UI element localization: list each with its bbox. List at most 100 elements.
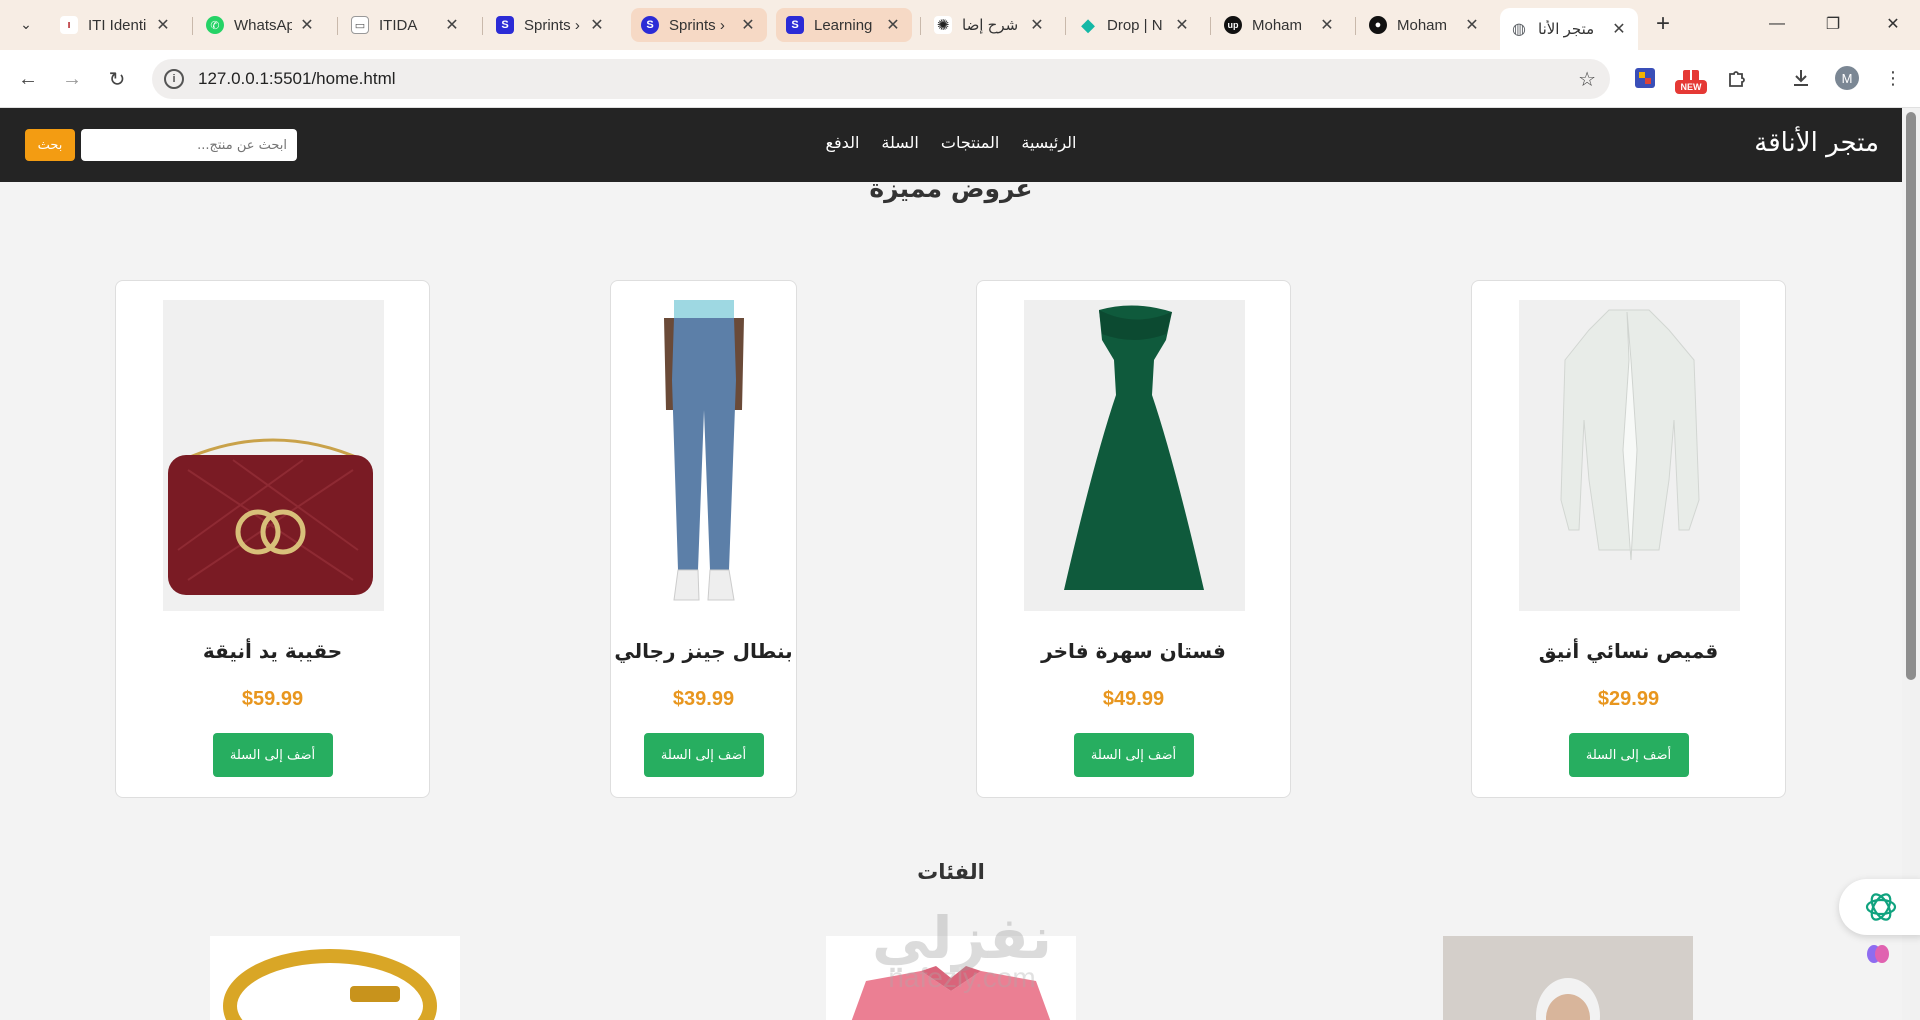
address-bar[interactable]: i 127.0.0.1:5501/home.html ☆ (152, 59, 1610, 99)
sprints-icon: S (496, 16, 514, 34)
nav-cart[interactable]: السلة (870, 133, 929, 152)
tab-title: Sprints › (524, 16, 580, 34)
close-icon[interactable]: ✕ (1463, 15, 1481, 35)
tab-title: Sprints › (669, 16, 725, 34)
tab-upwork[interactable]: up Moham ✕ (1214, 8, 1346, 42)
url-text: 127.0.0.1:5501/home.html (198, 69, 396, 88)
tab-title: شرح إضا (962, 17, 1019, 34)
page-viewport: متجر الأناقة الرئيسية المنتجات السلة الد… (0, 108, 1902, 1020)
reload-button[interactable]: ↻ (101, 63, 133, 95)
product-image-red-handbag (162, 300, 384, 611)
close-icon[interactable]: ✕ (884, 15, 902, 35)
whatsapp-icon: ✆ (206, 16, 224, 34)
extensions-puzzle-icon[interactable] (1722, 63, 1752, 93)
product-price: $29.99 (1597, 688, 1660, 710)
back-button[interactable]: ← (12, 63, 44, 95)
tab-iti[interactable]: ı ITI Identi ✕ (50, 8, 182, 42)
github-icon: ● (1369, 16, 1387, 34)
forward-button[interactable]: → (56, 63, 88, 95)
site-header: متجر الأناقة الرئيسية المنتجات السلة الد… (0, 108, 1902, 182)
tab-learning[interactable]: S Learning ✕ (776, 8, 912, 42)
product-name: حقيبة يد أنيقة (202, 639, 343, 663)
openai-icon: ✺ (934, 16, 952, 34)
search-input[interactable] (81, 129, 297, 161)
openai-icon (1865, 893, 1897, 921)
close-window-button[interactable]: ✕ (1873, 8, 1913, 40)
tab-whatsapp[interactable]: ✆ WhatsAp ✕ (196, 8, 326, 42)
extension-icon[interactable] (1630, 63, 1660, 93)
tab-title: متجر الأنا (1538, 21, 1595, 38)
browser-toolbar: ← → ↻ i 127.0.0.1:5501/home.html ☆ NEW ⋮ (0, 50, 1920, 108)
add-to-cart-button[interactable]: أضف إلى السلة (212, 733, 333, 777)
tab-chatgpt[interactable]: ✺ شرح إضا ✕ (924, 8, 1056, 42)
chatgpt-floating-button[interactable] (1839, 879, 1920, 935)
download-icon[interactable] (1786, 63, 1816, 93)
bookmark-star-icon[interactable]: ☆ (1578, 67, 1596, 92)
site-info-icon[interactable]: i (164, 69, 184, 89)
product-image-green-gown (1023, 300, 1245, 611)
close-icon[interactable]: ✕ (1610, 19, 1628, 39)
search-form: بحث (25, 129, 297, 161)
add-to-cart-button[interactable]: أضف إلى السلة (1568, 733, 1689, 777)
close-icon[interactable]: ✕ (1318, 15, 1336, 35)
tab-store-active[interactable]: ◍ متجر الأنا ✕ (1500, 8, 1638, 50)
search-button[interactable]: بحث (25, 129, 75, 161)
new-tab-button[interactable]: + (1649, 10, 1677, 38)
tab-title: Moham (1397, 16, 1448, 34)
drop-icon: ◆ (1081, 14, 1095, 35)
categories-title: الفئات (917, 860, 985, 884)
product-card: حقيبة يد أنيقة $59.99 أضف إلى السلة (115, 280, 430, 798)
tab-title: ITIDA (379, 16, 418, 34)
scrollbar-thumb[interactable] (1906, 112, 1916, 680)
add-to-cart-button[interactable]: أضف إلى السلة (643, 733, 764, 777)
brain-floating-button[interactable] (1862, 938, 1894, 970)
close-icon[interactable]: ✕ (588, 15, 606, 35)
tab-title: Moham (1252, 16, 1303, 34)
tab-sprints-1[interactable]: S Sprints › ✕ (486, 8, 616, 42)
category-image-gold-bracelet[interactable] (210, 936, 460, 1020)
iti-icon: ı (60, 16, 78, 34)
product-price: $49.99 (1102, 688, 1165, 710)
tab-title: WhatsAp (234, 16, 292, 34)
category-image-woman-portrait[interactable] (1443, 936, 1693, 1020)
close-icon[interactable]: ✕ (298, 15, 316, 35)
browser-tab-bar: ⌄ ı ITI Identi ✕ ✆ WhatsAp ✕ ▭ ITIDA ✕ S… (0, 0, 1920, 50)
tab-title: Drop | N (1107, 16, 1163, 34)
brain-icon (1867, 945, 1889, 963)
product-card: بنطال جينز رجالي $39.99 أضف إلى السلة (610, 280, 797, 798)
tab-sprints-2[interactable]: S Sprints › ✕ (631, 8, 767, 42)
more-menu-icon[interactable]: ⋮ (1878, 63, 1908, 93)
product-name: فستان سهرة فاخر (1041, 639, 1226, 663)
product-card: فستان سهرة فاخر $49.99 أضف إلى السلة (976, 280, 1291, 798)
tab-itida[interactable]: ▭ ITIDA ✕ (341, 8, 471, 42)
sprints-icon: S (786, 16, 804, 34)
close-icon[interactable]: ✕ (154, 15, 172, 35)
close-icon[interactable]: ✕ (1028, 15, 1046, 35)
nafezly-watermark: نفزلي nafezly.com (852, 904, 1072, 1014)
restore-button[interactable]: ❐ (1813, 8, 1853, 40)
product-image-blue-jeans (643, 300, 764, 611)
close-icon[interactable]: ✕ (1173, 15, 1191, 35)
globe-icon: ◍ (1512, 21, 1526, 38)
minimize-button[interactable]: — (1757, 8, 1797, 40)
add-to-cart-button[interactable]: أضف إلى السلة (1073, 733, 1194, 777)
product-card: قميص نسائي أنيق $29.99 أضف إلى السلة (1471, 280, 1786, 798)
product-image-white-blouse (1518, 300, 1740, 611)
nav-home[interactable]: الرئيسية (1010, 133, 1087, 152)
tab-github[interactable]: ● Moham ✕ (1359, 8, 1491, 42)
close-icon[interactable]: ✕ (739, 15, 757, 35)
upwork-icon: up (1224, 16, 1242, 34)
itida-icon: ▭ (351, 16, 369, 34)
product-price: $59.99 (241, 688, 304, 710)
tab-title: ITI Identi (88, 16, 147, 34)
featured-title: عروض مميزة (869, 174, 1033, 203)
product-name: قميص نسائي أنيق (1538, 639, 1719, 663)
nav-products[interactable]: المنتجات (930, 133, 1011, 152)
profile-avatar[interactable]: M (1835, 66, 1859, 90)
nav-checkout[interactable]: الدفع (815, 133, 871, 152)
close-icon[interactable]: ✕ (443, 15, 461, 35)
tab-search-button[interactable]: ⌄ (10, 8, 42, 40)
tab-drop[interactable]: ◆ Drop | N ✕ (1069, 8, 1201, 42)
product-price: $39.99 (672, 688, 735, 710)
new-badge: NEW (1675, 80, 1707, 94)
